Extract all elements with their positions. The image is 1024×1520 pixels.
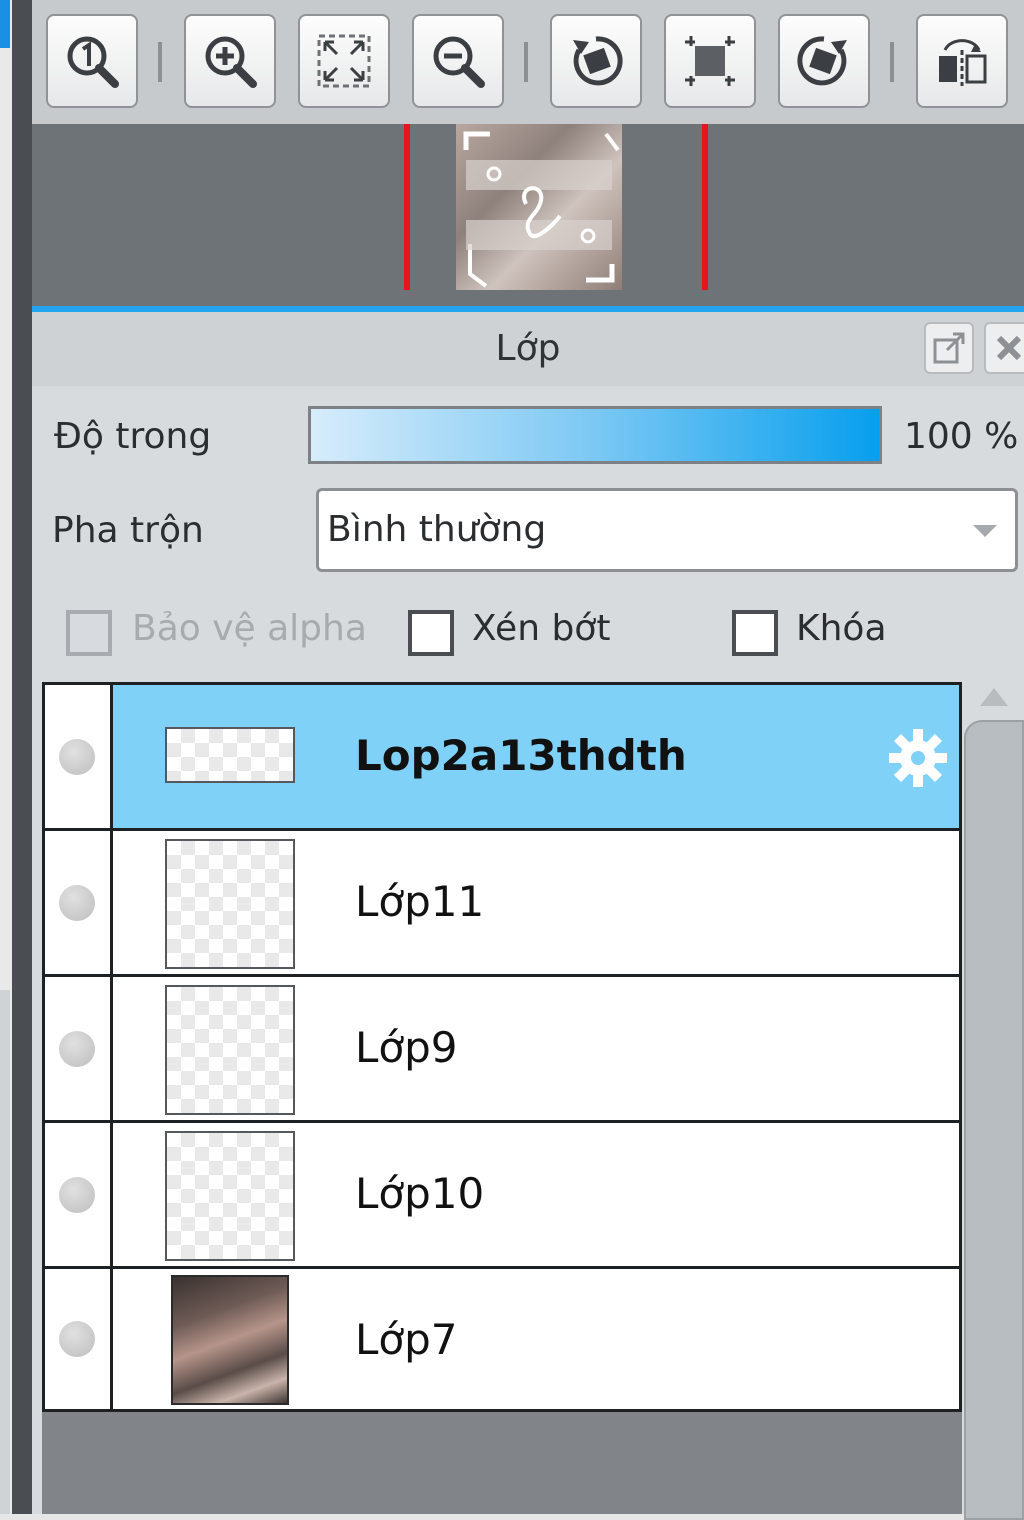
layer-name: Lớp9: [355, 1023, 458, 1072]
visibility-toggle[interactable]: [45, 1269, 113, 1409]
protect-alpha-label: Bảo vệ alpha: [132, 608, 367, 649]
navigator-frame-left: [404, 124, 410, 290]
toolbar-separator: [890, 42, 894, 82]
visibility-toggle[interactable]: [45, 1123, 113, 1266]
navigator-preview[interactable]: [32, 124, 1024, 306]
clipping-label: Xén bớt: [472, 608, 611, 649]
layer-row[interactable]: Lớp10: [45, 1123, 959, 1269]
visibility-toggle[interactable]: [45, 831, 113, 974]
toolbar-separator: [524, 42, 528, 82]
window-edge-accent: [0, 0, 10, 48]
flip-horizontal-button[interactable]: [916, 14, 1008, 108]
layer-name: Lớp7: [355, 1315, 458, 1364]
zoom-in-icon: [205, 36, 257, 88]
window-left-edge: [0, 0, 12, 1514]
thumbnail-artwork: [463, 131, 620, 288]
layer-list: Lop2a13thdth Lớp11 Lớp9 Lớp10 Lớp7: [42, 682, 962, 1412]
blend-mode-select[interactable]: Bình thường: [316, 488, 1018, 572]
rotate-left-button[interactable]: [550, 14, 642, 108]
fit-window-icon: [317, 34, 371, 88]
layer-name: Lop2a13thdth: [355, 731, 687, 780]
protect-alpha-checkbox[interactable]: [66, 610, 112, 656]
panel-title-bar: Lớp: [32, 312, 1024, 386]
layer-name: Lớp10: [355, 1169, 485, 1218]
rotate-right-icon: [797, 36, 847, 86]
opacity-value: 100 %: [904, 416, 1019, 457]
layer-row[interactable]: Lớp9: [45, 977, 959, 1123]
layer-row[interactable]: Lop2a13thdth: [45, 685, 959, 831]
visibility-dot-icon: [59, 885, 95, 921]
layer-list-empty-area: [42, 1412, 962, 1514]
dropdown-arrow-icon: [973, 525, 997, 537]
canvas-thumbnail: [456, 124, 622, 290]
lock-label: Khóa: [796, 608, 887, 649]
panel-splitter[interactable]: [12, 0, 32, 1514]
layer-thumbnail: [165, 1131, 295, 1261]
float-panel-button[interactable]: [924, 322, 974, 374]
navigator-frame-right: [702, 124, 708, 290]
toolbar-separator: [158, 42, 162, 82]
zoom-out-icon: [433, 36, 485, 88]
zoom-in-button[interactable]: [184, 14, 276, 108]
layer-thumbnail: [171, 1275, 289, 1405]
window-edge-panel: [0, 990, 10, 1514]
close-panel-button[interactable]: [984, 322, 1024, 374]
blend-mode-value: Bình thường: [327, 509, 547, 550]
visibility-toggle[interactable]: [45, 977, 113, 1120]
zoom-out-button[interactable]: [412, 14, 504, 108]
gear-icon[interactable]: [885, 725, 951, 791]
close-icon: [996, 335, 1022, 361]
rotate-right-button[interactable]: [778, 14, 870, 108]
layer-list-scrollbar[interactable]: [962, 682, 1024, 1520]
reset-view-icon: [685, 36, 735, 86]
visibility-dot-icon: [59, 1177, 95, 1213]
layer-row[interactable]: Lớp7: [45, 1269, 959, 1409]
zoom-actual-size-button[interactable]: [46, 14, 138, 108]
scroll-up-arrow-icon[interactable]: [980, 688, 1008, 706]
layer-thumbnail: [165, 727, 295, 783]
reset-rotation-button[interactable]: [664, 14, 756, 108]
clipping-checkbox[interactable]: [408, 610, 454, 656]
view-toolbar: [32, 0, 1024, 124]
external-window-icon: [933, 332, 965, 364]
opacity-slider[interactable]: [308, 406, 882, 464]
blend-mode-label: Pha trộn: [52, 510, 204, 551]
fit-window-button[interactable]: [298, 14, 390, 108]
opacity-label: Độ trong: [54, 416, 212, 457]
layer-thumbnail: [165, 839, 295, 969]
panel-title: Lớp: [495, 328, 561, 369]
scrollbar-thumb[interactable]: [964, 720, 1024, 1520]
visibility-toggle[interactable]: [45, 685, 113, 828]
layers-panel: Lớp Độ trong 100 % Pha trộn Bình thường …: [32, 312, 1024, 1520]
layer-name: Lớp11: [355, 877, 485, 926]
visibility-dot-icon: [59, 739, 95, 775]
lock-checkbox[interactable]: [732, 610, 778, 656]
visibility-dot-icon: [59, 1031, 95, 1067]
rotate-left-icon: [573, 36, 623, 86]
layer-row[interactable]: Lớp11: [45, 831, 959, 977]
flip-horizontal-icon: [939, 39, 987, 86]
visibility-dot-icon: [59, 1321, 95, 1357]
layer-thumbnail: [165, 985, 295, 1115]
zoom-100-icon: [67, 36, 119, 88]
